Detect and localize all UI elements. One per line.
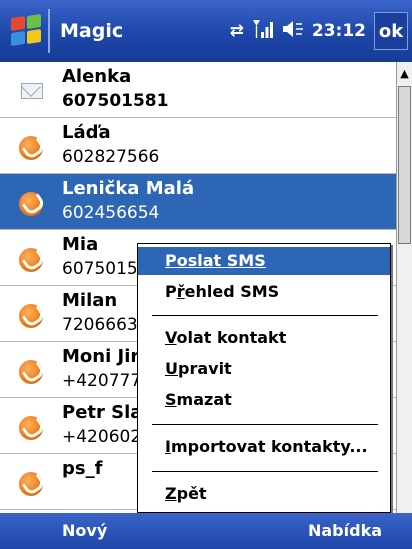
mail-icon [21, 83, 43, 99]
windows-start-icon[interactable] [0, 0, 48, 62]
menu-separator [152, 471, 378, 472]
phone-icon [19, 136, 43, 160]
contact-number: 602827566 [62, 147, 160, 167]
phone-icon [19, 416, 43, 440]
status-area: ⇄ 23:12 [230, 18, 366, 45]
phone-icon [19, 472, 43, 496]
contact-name: Lenička Malá [62, 178, 195, 199]
clock[interactable]: 23:12 [312, 21, 366, 41]
contact-number: 602456654 [62, 203, 160, 223]
menu-item-back[interactable]: Zpět [138, 480, 390, 508]
scroll-up-arrow-icon[interactable]: ▲ [397, 64, 412, 82]
contact-number: +420602 [62, 427, 142, 447]
scroll-thumb[interactable] [398, 86, 411, 244]
contact-name: Láďa [62, 122, 111, 143]
contact-number: 607501581 [62, 91, 169, 111]
contact-row[interactable]: Láďa 602827566 [0, 118, 396, 174]
connectivity-icon[interactable]: ⇄ [230, 21, 244, 41]
scrollbar[interactable]: ▲ [396, 62, 412, 513]
title-bar: Magic ⇄ 23:12 ok [0, 0, 412, 62]
softkey-bar: Nový Nabídka [0, 513, 412, 549]
contact-name: ps_f [62, 458, 103, 479]
signal-icon[interactable] [252, 18, 274, 45]
contact-name: Milan [62, 290, 118, 311]
title-separator [48, 9, 50, 53]
contact-name: Alenka [62, 66, 132, 87]
menu-item-delete[interactable]: Smazat [138, 386, 390, 414]
contact-row-selected[interactable]: Lenička Malá 602456654 [0, 174, 396, 230]
contact-number: 7206663 [62, 315, 138, 335]
phone-icon [19, 192, 43, 216]
menu-item-import-contacts[interactable]: Importovat kontakty... [138, 433, 390, 461]
softkey-menu[interactable]: Nabídka [308, 521, 382, 540]
contact-number: +420777 [62, 371, 142, 391]
volume-icon[interactable] [282, 19, 304, 44]
contact-row[interactable]: Alenka 607501581 [0, 62, 396, 118]
menu-separator [152, 424, 378, 425]
app-title: Magic [60, 20, 124, 42]
menu-item-edit[interactable]: Upravit [138, 355, 390, 383]
contact-name: Mia [62, 234, 99, 255]
contact-name: Moni Jir [62, 346, 140, 367]
menu-item-send-sms[interactable]: Poslat SMS [138, 247, 390, 275]
phone-icon [19, 248, 43, 272]
context-menu: Poslat SMS Přehled SMS Volat kontakt Upr… [137, 243, 391, 513]
ok-button[interactable]: ok [374, 12, 408, 50]
phone-icon [19, 360, 43, 384]
menu-item-sms-overview[interactable]: Přehled SMS [138, 278, 390, 306]
phone-icon [19, 304, 43, 328]
contact-name: Petr Sla [62, 402, 143, 423]
menu-item-call-contact[interactable]: Volat kontakt [138, 324, 390, 352]
menu-separator [152, 315, 378, 316]
contact-number: 6075015 [62, 259, 138, 279]
softkey-new[interactable]: Nový [62, 521, 107, 540]
